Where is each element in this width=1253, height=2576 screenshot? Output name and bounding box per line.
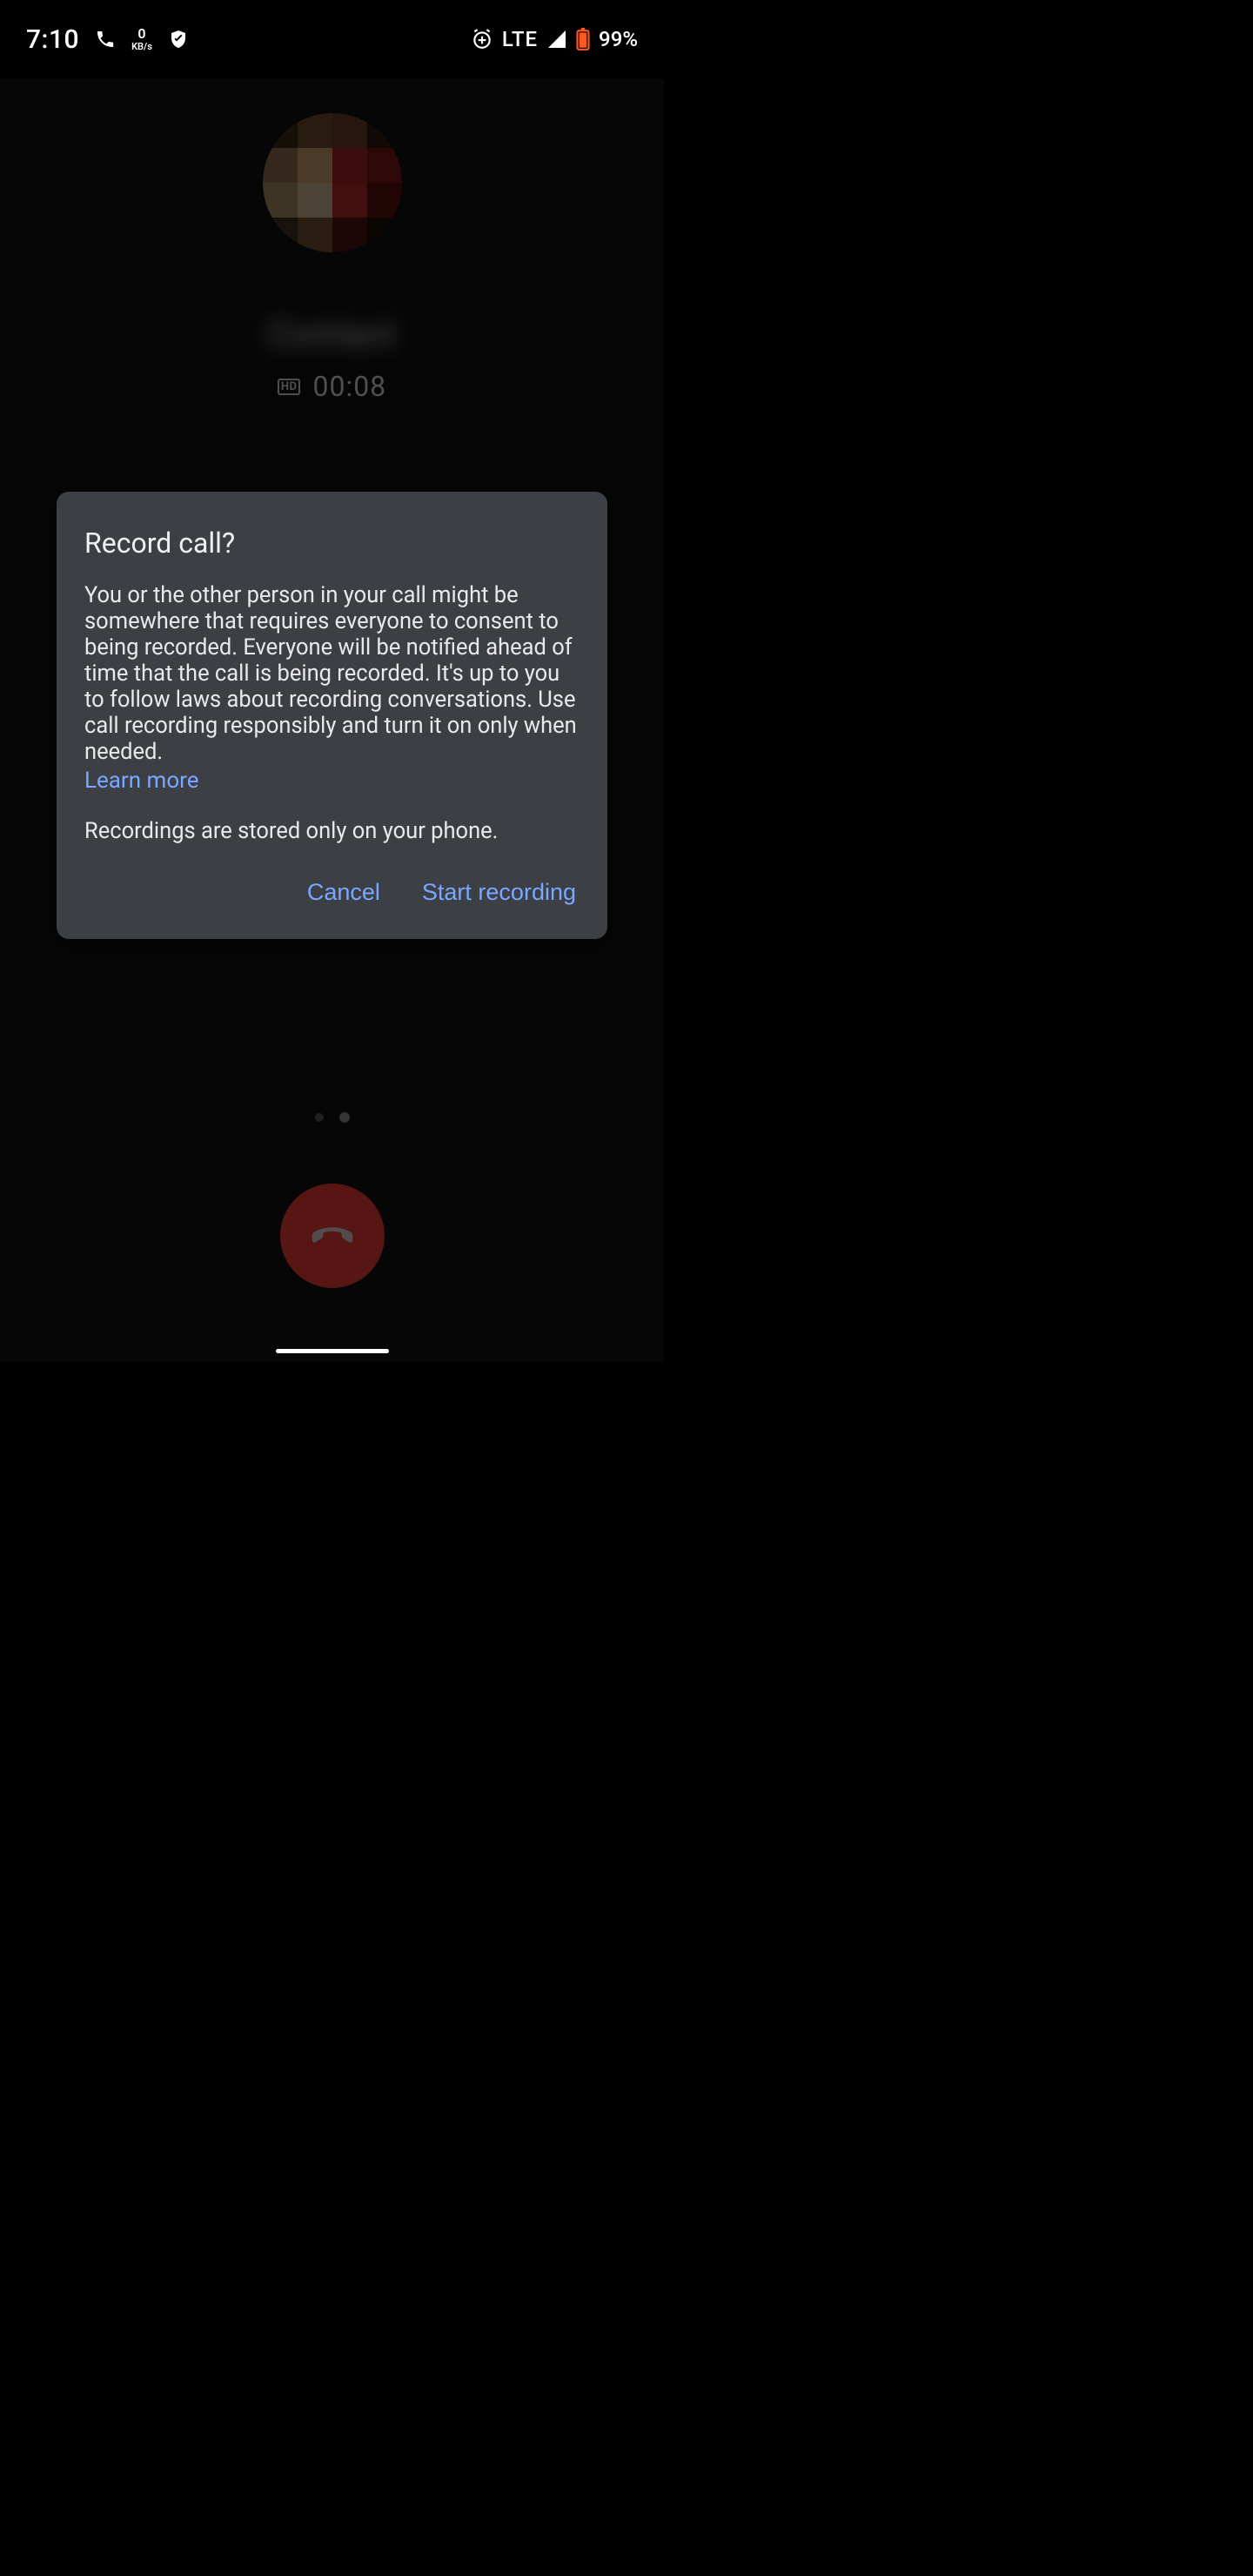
- status-clock: 7:10: [26, 24, 79, 55]
- alarm-add-icon: [471, 28, 493, 50]
- learn-more-link[interactable]: Learn more: [84, 768, 199, 795]
- status-right: LTE 99%: [471, 27, 638, 51]
- battery-icon: [576, 28, 590, 50]
- gesture-nav-pill[interactable]: [276, 1349, 389, 1353]
- phone-icon: [95, 29, 116, 50]
- dialog-note: Recordings are stored only on your phone…: [84, 818, 580, 844]
- dialog-title: Record call?: [84, 527, 580, 560]
- play-protect-icon: [168, 29, 189, 50]
- dialog-body-text: You or the other person in your call mig…: [84, 582, 577, 765]
- record-call-dialog: Record call? You or the other person in …: [57, 492, 607, 939]
- data-rate-indicator: 0 KB/s: [131, 27, 152, 51]
- start-recording-button[interactable]: Start recording: [419, 874, 580, 911]
- network-type-label: LTE: [502, 27, 538, 51]
- dialog-body: You or the other person in your call mig…: [84, 582, 580, 794]
- battery-percent: 99%: [599, 27, 638, 51]
- status-bar: 7:10 0 KB/s LTE 99%: [0, 0, 664, 78]
- signal-icon: [546, 29, 567, 50]
- dialog-actions: Cancel Start recording: [84, 874, 580, 923]
- cancel-button[interactable]: Cancel: [304, 874, 384, 911]
- data-rate-value: 0: [137, 27, 145, 41]
- data-rate-unit: KB/s: [131, 42, 152, 51]
- status-left: 7:10 0 KB/s: [26, 24, 189, 55]
